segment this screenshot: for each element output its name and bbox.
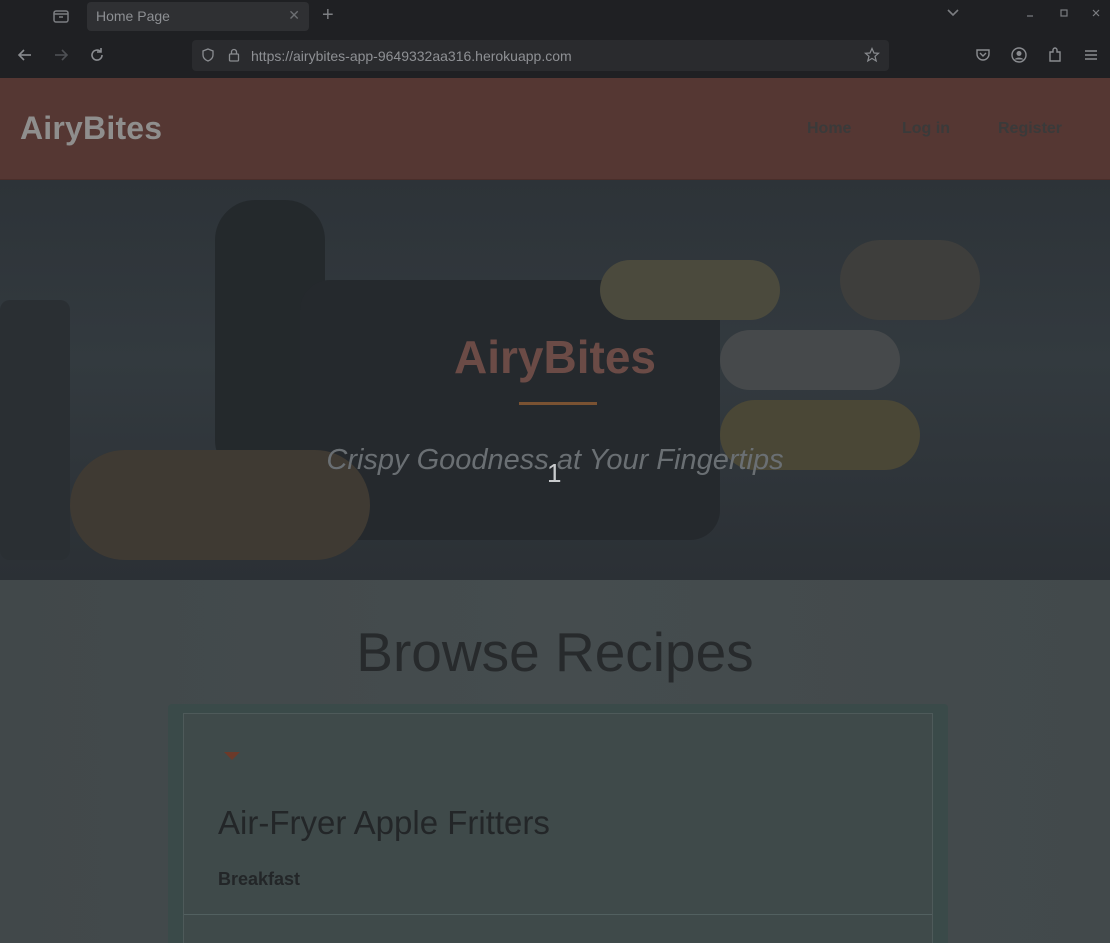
hero-title: AiryBites [454,331,656,383]
hero-counter: 1 [547,458,562,488]
browse-heading: Browse Recipes [356,621,754,683]
hero-banner: AiryBites Crispy Goodness at Your Finger… [0,180,1110,580]
browser-tab-bar: Home Page ✕ + [0,0,1110,33]
hero-bg-dish [840,240,980,320]
caret-down-icon[interactable] [224,752,240,760]
window-close-icon[interactable] [1090,6,1102,23]
recipe-title[interactable]: Air-Fryer Apple Fritters [218,804,550,842]
pocket-icon[interactable] [974,46,992,69]
url-bar[interactable]: https://airybites-app-9649332aa316.herok… [192,40,889,71]
tab-list-icon[interactable] [52,8,70,24]
shield-icon[interactable] [200,47,216,66]
maximize-icon[interactable] [1058,6,1070,23]
lock-icon[interactable] [226,47,242,66]
back-icon[interactable] [16,46,34,69]
tab-home-page[interactable]: Home Page ✕ [87,2,309,31]
card-divider [184,914,932,915]
hero-divider [519,402,597,405]
extensions-icon[interactable] [1046,46,1064,69]
account-icon[interactable] [1010,46,1028,69]
nav-link-register[interactable]: Register [998,120,1062,138]
recipe-card[interactable]: Air-Fryer Apple Fritters Breakfast [183,713,933,943]
menu-icon[interactable] [1082,46,1100,69]
brand-logo[interactable]: AiryBites [20,110,162,147]
forward-icon[interactable] [52,46,70,69]
nav-link-home[interactable]: Home [807,120,851,138]
hero-bg-fries [600,260,780,320]
tab-title: Home Page [96,8,170,24]
reload-icon[interactable] [88,46,106,69]
close-icon[interactable]: ✕ [288,7,300,24]
url-text: https://airybites-app-9649332aa316.herok… [251,48,572,64]
browser-toolbar: https://airybites-app-9649332aa316.herok… [0,33,1110,78]
site-header: AiryBites Home Log in Register [0,78,1110,180]
minimize-icon[interactable] [1024,6,1036,23]
page-viewport: AiryBites Home Log in Register AiryBites… [0,78,1110,943]
recipe-category: Breakfast [218,869,301,889]
nav-link-login[interactable]: Log in [902,120,950,138]
star-icon[interactable] [863,47,881,66]
plus-icon[interactable]: + [322,4,334,26]
chevron-down-icon[interactable] [946,6,960,23]
